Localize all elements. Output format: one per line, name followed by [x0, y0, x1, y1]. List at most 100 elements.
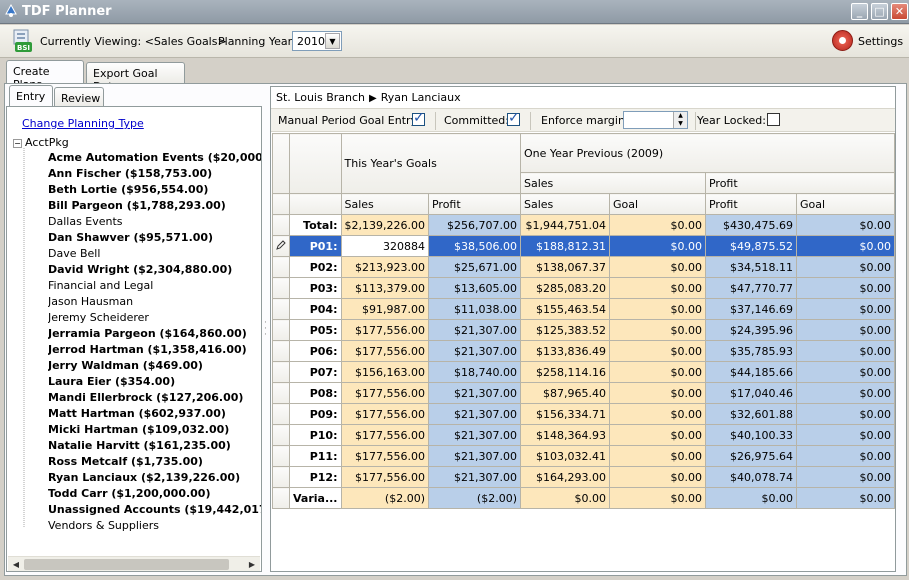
- tree-item[interactable]: Matt Hartman ($602,937.00): [48, 406, 261, 422]
- grid-cell[interactable]: $38,506.00: [427, 235, 521, 257]
- column-header[interactable]: Profit: [427, 193, 521, 215]
- grid-cell[interactable]: ($2.00): [340, 487, 429, 509]
- row-indicator[interactable]: [272, 214, 290, 236]
- planning-year-select[interactable]: 2010 ▼: [292, 31, 342, 51]
- tree-item[interactable]: Natalie Harvitt ($161,235.00): [48, 438, 261, 454]
- row-indicator[interactable]: [272, 256, 290, 278]
- tree-item[interactable]: Ryan Lanciaux ($2,139,226.00): [48, 470, 261, 486]
- settings-button[interactable]: Settings: [830, 29, 904, 53]
- cell-editor[interactable]: 320884: [340, 235, 429, 257]
- manual-entry-checkbox[interactable]: [412, 110, 425, 126]
- row-indicator[interactable]: [272, 277, 290, 299]
- column-header[interactable]: Profit: [704, 193, 797, 215]
- scroll-thumb[interactable]: [24, 559, 229, 570]
- table-row[interactable]: P01: 320884 $38,506.00 $188,812.31 $0.00 $49,…: [272, 235, 895, 257]
- table-row[interactable]: P05: $177,556.00 $21,307.00 $125,383.52 $0.0…: [272, 319, 895, 341]
- change-planning-type-link[interactable]: Change Planning Type: [22, 117, 144, 130]
- tree-item[interactable]: Vendors & Suppliers: [48, 518, 261, 534]
- column-header[interactable]: Goal: [608, 193, 706, 215]
- row-indicator[interactable]: [272, 382, 290, 404]
- tree-item[interactable]: Bill Pargeon ($1,788,293.00): [48, 198, 261, 214]
- row-indicator[interactable]: [272, 319, 290, 341]
- spinner-icon[interactable]: ▲ ▼: [673, 112, 687, 128]
- tree-item[interactable]: Beth Lortie ($956,554.00): [48, 182, 261, 198]
- tree-item[interactable]: Ross Metcalf ($1,735.00): [48, 454, 261, 470]
- grid-cell[interactable]: $13,605.00: [427, 277, 521, 299]
- row-indicator[interactable]: [272, 361, 290, 383]
- table-row[interactable]: P08: $177,556.00 $21,307.00 $87,965.40 $0.00…: [272, 382, 895, 404]
- tree-item[interactable]: Jerrod Hartman ($1,358,416.00): [48, 342, 261, 358]
- row-indicator[interactable]: [272, 340, 290, 362]
- tree-item[interactable]: Financial and Legal: [48, 278, 261, 294]
- committed-checkbox[interactable]: [507, 110, 520, 126]
- tree-item[interactable]: Todd Carr ($1,200,000.00): [48, 486, 261, 502]
- row-indicator[interactable]: [272, 424, 290, 446]
- grid-cell[interactable]: ($2.00): [427, 487, 521, 509]
- grid-cell[interactable]: $21,307.00: [427, 382, 521, 404]
- grid-cell[interactable]: $21,307.00: [427, 403, 521, 425]
- splitter-grip-icon[interactable]: · · ·: [264, 319, 268, 340]
- grid-cell[interactable]: $2,139,226.00: [340, 214, 429, 236]
- scroll-right-icon[interactable]: ▶: [245, 558, 259, 571]
- grid-cell[interactable]: $156,163.00: [340, 361, 429, 383]
- tree-item[interactable]: Unassigned Accounts ($19,442,017.00): [48, 502, 261, 518]
- tree-item[interactable]: Mandi Ellerbrock ($127,206.00): [48, 390, 261, 406]
- grid-cell[interactable]: $21,307.00: [427, 424, 521, 446]
- table-row[interactable]: Varia... ($2.00) ($2.00) $0.00 $0.00 $0.00 $0.…: [272, 487, 895, 509]
- grid-cell[interactable]: $177,556.00: [340, 319, 429, 341]
- tab-export-goal-data[interactable]: Export Goal Data: [86, 62, 185, 93]
- maximize-button[interactable]: □: [871, 3, 888, 20]
- grid-cell[interactable]: $21,307.00: [427, 466, 521, 488]
- grid-cell[interactable]: $11,038.00: [427, 298, 521, 320]
- table-row[interactable]: P06: $177,556.00 $21,307.00 $133,836.49 $0.0…: [272, 340, 895, 362]
- minimize-button[interactable]: _: [851, 3, 868, 20]
- tree-item[interactable]: David Wright ($2,304,880.00): [48, 262, 261, 278]
- row-indicator[interactable]: [272, 298, 290, 320]
- grid-cell[interactable]: $91,987.00: [340, 298, 429, 320]
- breadcrumb-person[interactable]: Ryan Lanciaux: [381, 91, 461, 104]
- table-row[interactable]: Total: $2,139,226.00 $256,707.00 $1,944,751…: [272, 214, 895, 236]
- grid-cell[interactable]: $18,740.00: [427, 361, 521, 383]
- grid-cell[interactable]: $256,707.00: [427, 214, 521, 236]
- grid-cell[interactable]: $213,923.00: [340, 256, 429, 278]
- tree-item[interactable]: Micki Hartman ($109,032.00): [48, 422, 261, 438]
- tree-item[interactable]: Jerry Waldman ($469.00): [48, 358, 261, 374]
- close-button[interactable]: ✕: [891, 3, 908, 20]
- table-row[interactable]: P10: $177,556.00 $21,307.00 $148,364.93 $0.0…: [272, 424, 895, 446]
- grid-cell[interactable]: $177,556.00: [340, 466, 429, 488]
- enforce-margin-input[interactable]: ▲ ▼: [623, 111, 688, 129]
- grid-cell[interactable]: $177,556.00: [340, 403, 429, 425]
- grid-cell[interactable]: $25,671.00: [427, 256, 521, 278]
- collapse-icon[interactable]: −: [13, 139, 22, 148]
- table-row[interactable]: P11: $177,556.00 $21,307.00 $103,032.41 $0.0…: [272, 445, 895, 467]
- tree-item[interactable]: Dan Shawver ($95,571.00): [48, 230, 261, 246]
- tree-item[interactable]: Jerramia Pargeon ($164,860.00): [48, 326, 261, 342]
- row-indicator[interactable]: [272, 487, 290, 509]
- tab-entry[interactable]: Entry: [9, 85, 53, 107]
- grid-cell[interactable]: $21,307.00: [427, 340, 521, 362]
- horizontal-scrollbar[interactable]: ◀ ▶: [8, 556, 260, 571]
- table-row[interactable]: P02: $213,923.00 $25,671.00 $138,067.37 $0.0…: [272, 256, 895, 278]
- column-header[interactable]: Sales: [519, 193, 610, 215]
- tree-item[interactable]: Jason Hausman: [48, 294, 261, 310]
- table-row[interactable]: P12: $177,556.00 $21,307.00 $164,293.00 $0.0…: [272, 466, 895, 488]
- edit-pencil-icon[interactable]: [272, 235, 290, 257]
- grid-cell[interactable]: $113,379.00: [340, 277, 429, 299]
- tree-item[interactable]: Jeremy Scheiderer: [48, 310, 261, 326]
- table-row[interactable]: P04: $91,987.00 $11,038.00 $155,463.54 $0.00…: [272, 298, 895, 320]
- row-indicator[interactable]: [272, 445, 290, 467]
- grid-cell[interactable]: $177,556.00: [340, 424, 429, 446]
- chevron-down-icon[interactable]: ▼: [325, 33, 340, 49]
- grid-cell[interactable]: $177,556.00: [340, 382, 429, 404]
- tab-create-plans[interactable]: Create Plans: [6, 60, 84, 91]
- grid-cell[interactable]: $177,556.00: [340, 340, 429, 362]
- table-row[interactable]: P07: $156,163.00 $18,740.00 $258,114.16 $0.0…: [272, 361, 895, 383]
- row-indicator[interactable]: [272, 466, 290, 488]
- table-row[interactable]: P03: $113,379.00 $13,605.00 $285,083.20 $0.0…: [272, 277, 895, 299]
- tree-item[interactable]: Laura Eier ($354.00): [48, 374, 261, 390]
- grid-cell[interactable]: $21,307.00: [427, 319, 521, 341]
- column-header[interactable]: Goal: [795, 193, 895, 215]
- row-indicator[interactable]: [272, 403, 290, 425]
- grid-cell[interactable]: $177,556.00: [340, 445, 429, 467]
- tree-item[interactable]: Acme Automation Events ($20,000.00): [48, 150, 261, 166]
